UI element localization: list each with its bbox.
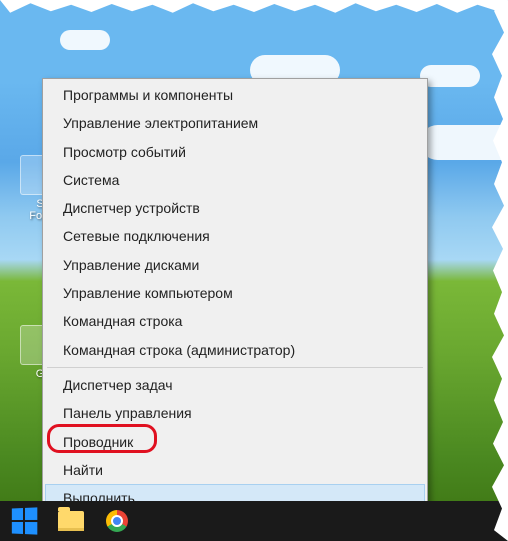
chrome-icon — [106, 510, 128, 532]
start-button[interactable] — [2, 503, 46, 539]
menu-task-manager[interactable]: Диспетчер задач — [45, 371, 425, 399]
menu-computer-management[interactable]: Управление компьютером — [45, 279, 425, 307]
taskbar-file-explorer[interactable] — [50, 505, 92, 537]
menu-separator — [47, 367, 423, 368]
torn-edge-decoration — [488, 0, 508, 541]
menu-power-options[interactable]: Управление электропитанием — [45, 109, 425, 137]
taskbar — [0, 501, 508, 541]
windows-logo-icon — [12, 507, 37, 534]
torn-edge-decoration — [0, 0, 508, 16]
menu-file-explorer[interactable]: Проводник — [45, 428, 425, 456]
menu-disk-management[interactable]: Управление дисками — [45, 251, 425, 279]
menu-programs-and-features[interactable]: Программы и компоненты — [45, 81, 425, 109]
menu-command-prompt[interactable]: Командная строка — [45, 307, 425, 335]
menu-command-prompt-admin[interactable]: Командная строка (администратор) — [45, 336, 425, 364]
menu-event-viewer[interactable]: Просмотр событий — [45, 138, 425, 166]
menu-network-connections[interactable]: Сетевые подключения — [45, 222, 425, 250]
menu-system[interactable]: Система — [45, 166, 425, 194]
taskbar-chrome[interactable] — [96, 505, 138, 537]
folder-icon — [58, 511, 84, 531]
cloud-decoration — [60, 30, 110, 50]
cloud-decoration — [420, 65, 480, 87]
menu-search[interactable]: Найти — [45, 456, 425, 484]
menu-control-panel[interactable]: Панель управления — [45, 399, 425, 427]
menu-device-manager[interactable]: Диспетчер устройств — [45, 194, 425, 222]
desktop: S Fold G Программы и компонентыУправлени… — [0, 0, 508, 541]
winx-context-menu: Программы и компонентыУправление электро… — [42, 78, 428, 541]
